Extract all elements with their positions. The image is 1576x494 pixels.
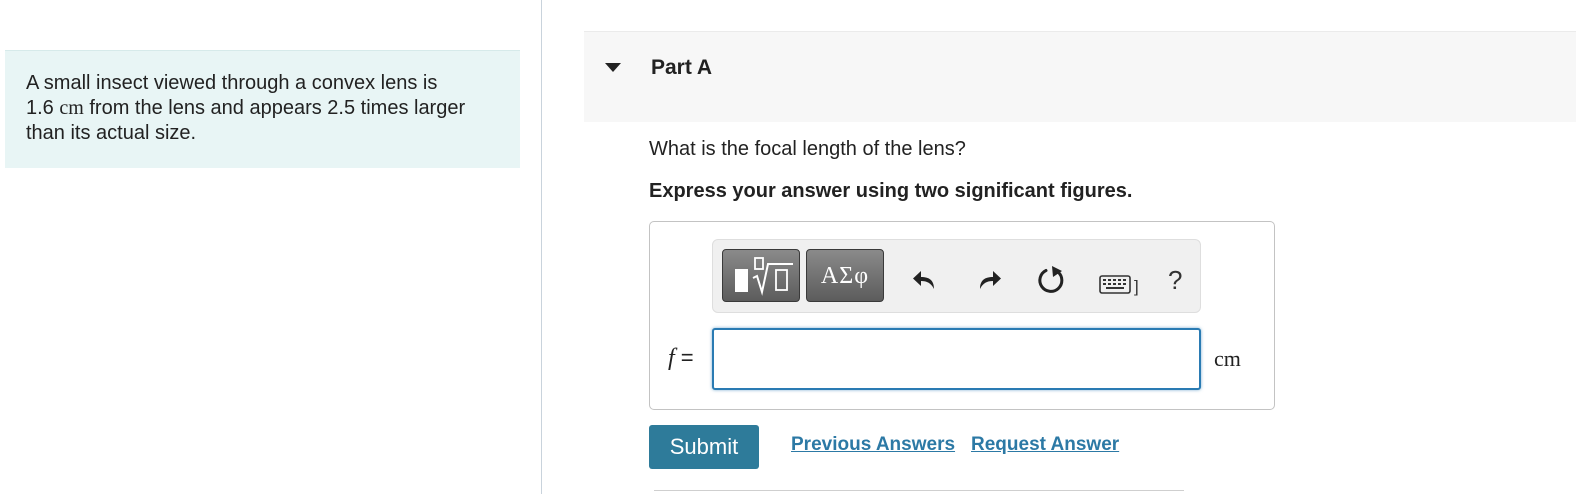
distance-value: 1.6 — [26, 97, 54, 119]
math-toolbar: ΑΣφ ] ? — [712, 239, 1201, 313]
section-divider — [654, 490, 1184, 491]
help-button[interactable]: ? — [1168, 265, 1182, 296]
request-answer-link[interactable]: Request Answer — [971, 434, 1119, 456]
fraction-radical-icon — [735, 269, 748, 292]
part-header[interactable]: Part A — [584, 31, 1576, 122]
symbols-label: ΑΣφ — [820, 263, 870, 289]
symbols-button[interactable]: ΑΣφ — [806, 249, 884, 302]
variable-symbol: f — [668, 345, 675, 371]
radical-icon — [752, 257, 793, 296]
templates-button[interactable] — [722, 249, 800, 302]
equals-sign: = — [674, 345, 694, 370]
keyboard-icon[interactable]: ] — [1099, 274, 1145, 296]
previous-answers-link[interactable]: Previous Answers — [791, 434, 955, 456]
reset-icon[interactable] — [1037, 265, 1067, 295]
question-text: What is the focal length of the lens? — [649, 138, 966, 160]
problem-text-line-3: than its actual size. — [26, 122, 197, 144]
problem-text-line-2: from the lens and appears 2.5 times larg… — [89, 97, 466, 119]
answer-input[interactable] — [712, 328, 1201, 390]
collapse-caret-icon[interactable] — [605, 63, 621, 72]
redo-icon[interactable] — [976, 267, 1002, 293]
variable-label: f = — [668, 345, 694, 372]
answer-unit: cm — [1214, 346, 1241, 371]
problem-statement: A small insect viewed through a convex l… — [5, 50, 520, 168]
instruction-text: Express your answer using two significan… — [649, 180, 1133, 202]
column-divider — [541, 0, 542, 494]
submit-button[interactable]: Submit — [649, 425, 759, 469]
undo-icon[interactable] — [912, 267, 938, 293]
keyboard-suffix: ] — [1134, 277, 1139, 296]
distance-unit: cm — [59, 97, 84, 119]
answer-box: ΑΣφ ] ? f = cm — [649, 221, 1275, 410]
problem-text-line-1: A small insect viewed through a convex l… — [26, 72, 438, 94]
part-title: Part A — [651, 56, 713, 79]
